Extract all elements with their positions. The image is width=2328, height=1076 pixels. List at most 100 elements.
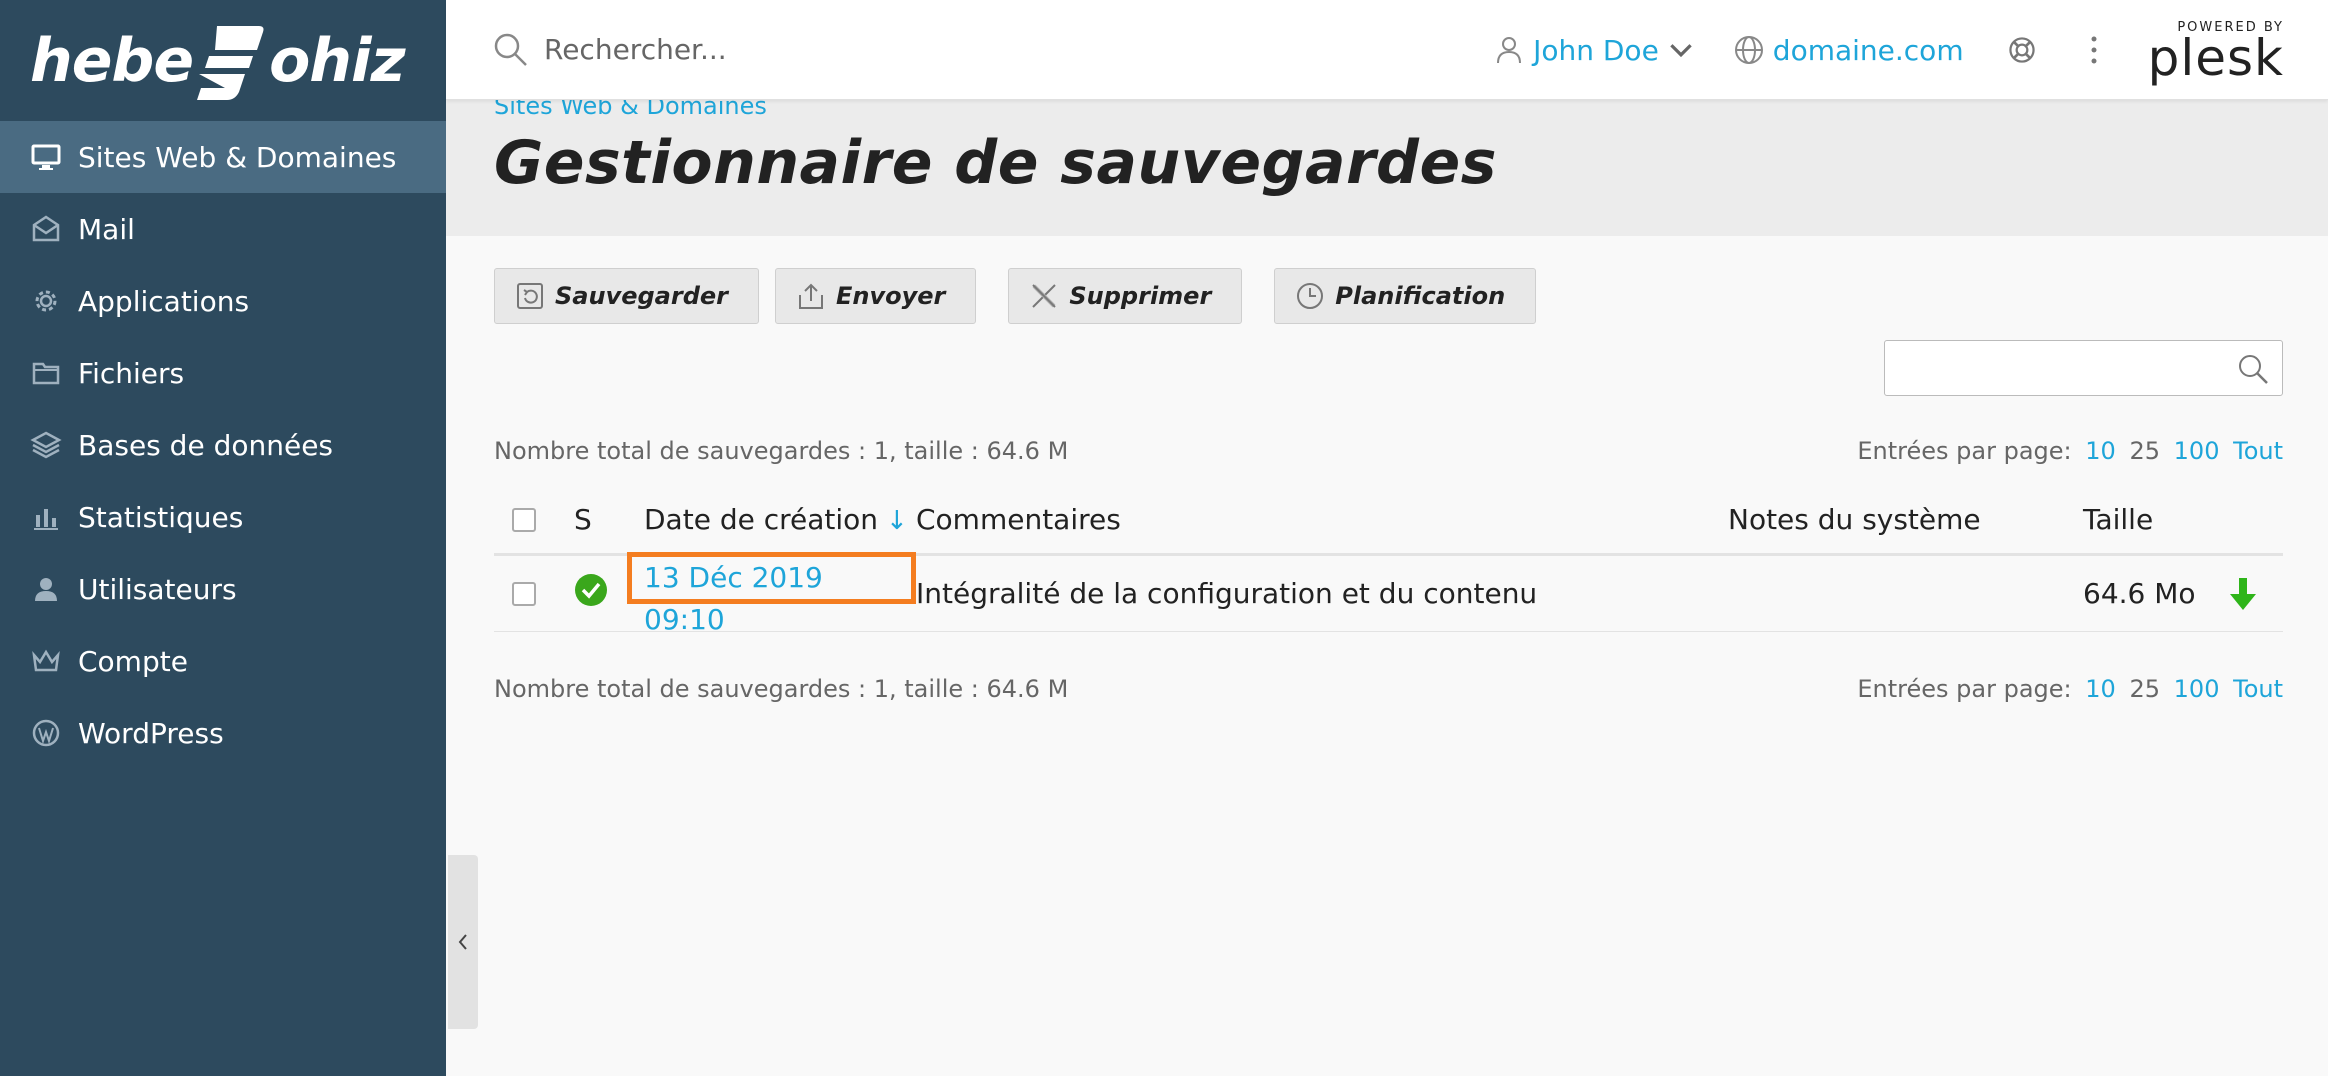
page-title: Gestionnaire de sauvegardes: [494, 128, 1497, 198]
user-name: John Doe: [1533, 33, 1659, 67]
upload-label: Envoyer: [836, 282, 946, 310]
sidebar-item-label: Statistiques: [78, 500, 244, 534]
per-page-top: Entrées par page: 10 25 100 Tout: [1857, 437, 2283, 465]
user-outline-icon: [1497, 37, 1522, 64]
envelope-icon: [28, 211, 64, 247]
help-button[interactable]: [2004, 32, 2040, 68]
per-page-10[interactable]: 10: [2085, 437, 2116, 465]
delete-button[interactable]: Supprimer: [1008, 268, 1243, 324]
chevron-left-icon: [458, 934, 467, 950]
brand-logo[interactable]: hebe ohiz: [0, 0, 446, 121]
user-menu[interactable]: John Doe: [1493, 34, 1705, 67]
per-page-label: Entrées par page:: [1857, 437, 2072, 465]
monitor-icon: [28, 139, 64, 175]
sidebar: hebe ohiz Sites Web & Domaines Mail Appl…: [0, 0, 446, 1076]
success-check-icon: [575, 574, 607, 606]
per-page-100[interactable]: 100: [2174, 437, 2220, 465]
sidebar-item-label: Bases de données: [78, 428, 334, 462]
list-search-input[interactable]: [1885, 341, 2225, 393]
summary-bottom: Nombre total de sauvegardes : 1, taille …: [494, 675, 1069, 703]
col-size[interactable]: Taille: [2083, 503, 2283, 536]
plesk-logo[interactable]: POWERED BY plesk: [2147, 20, 2284, 87]
domain-selector[interactable]: domaine.com: [1733, 34, 1964, 67]
per-page-label: Entrées par page:: [1857, 675, 2072, 703]
page-header: Sites Web & Domaines Gestionnaire de sau…: [446, 92, 2328, 236]
sidebar-item-databases[interactable]: Bases de données: [0, 409, 446, 481]
clock-icon: [1297, 283, 1324, 309]
sidebar-item-account[interactable]: Compte: [0, 625, 446, 697]
logo-text-left: hebe: [30, 25, 194, 96]
select-all-cell: [494, 507, 574, 532]
download-arrow-icon[interactable]: [2228, 576, 2258, 612]
sidebar-item-wordpress[interactable]: WordPress: [0, 697, 446, 769]
col-notes[interactable]: Notes du système: [1728, 503, 2083, 536]
sidebar-item-label: WordPress: [78, 716, 224, 750]
date-cell: 13 Déc 2019 09:10: [627, 551, 916, 636]
backup-label: Sauvegarder: [555, 282, 728, 310]
logo-text-right: ohiz: [269, 25, 405, 96]
plesk-brand: plesk: [2147, 28, 2284, 87]
col-comments[interactable]: Commentaires: [916, 503, 1728, 536]
chevron-down-icon: [1670, 44, 1692, 58]
logo-mark-icon: [197, 25, 264, 100]
select-all-checkbox[interactable]: [512, 507, 536, 532]
per-page-all[interactable]: Tout: [2233, 675, 2283, 703]
summary-top: Nombre total de sauvegardes : 1, taille …: [494, 437, 1069, 465]
sort-desc-icon: ↓: [886, 506, 908, 536]
bar-chart-icon: [28, 499, 64, 535]
global-search[interactable]: [492, 31, 1492, 69]
lifebuoy-icon: [2008, 37, 2035, 63]
folder-icon: [28, 355, 64, 391]
schedule-button[interactable]: Planification: [1274, 268, 1537, 324]
sidebar-item-mail[interactable]: Mail: [0, 193, 446, 265]
backup-button[interactable]: Sauvegarder: [494, 268, 759, 324]
upload-button[interactable]: Envoyer: [775, 268, 977, 324]
list-search: [1884, 340, 2283, 396]
kebab-menu-icon: [2091, 36, 2097, 64]
search-icon: [494, 33, 527, 66]
domain-name: domaine.com: [1772, 33, 1964, 67]
globe-icon: [1734, 36, 1763, 64]
delete-label: Supprimer: [1069, 282, 1212, 310]
per-page-25: 25: [2129, 437, 2161, 465]
gear-icon: [28, 283, 64, 319]
col-date[interactable]: Date de création ↓: [644, 503, 916, 536]
col-date-label: Date de création: [644, 503, 879, 536]
backup-date-link[interactable]: 13 Déc 2019 09:10: [627, 551, 916, 636]
table-row: 13 Déc 2019 09:10 Intégralité de la conf…: [494, 551, 2283, 636]
sidebar-collapse-handle[interactable]: [448, 855, 478, 1029]
sidebar-item-label: Compte: [78, 644, 188, 678]
toolbar: Sauvegarder Envoyer Supprimer Planificat…: [494, 268, 1552, 324]
search-icon[interactable]: [2236, 352, 2270, 386]
sidebar-item-label: Sites Web & Domaines: [78, 140, 397, 174]
sidebar-item-users[interactable]: Utilisateurs: [0, 553, 446, 625]
per-page-25: 25: [2129, 675, 2161, 703]
upload-icon: [799, 283, 823, 309]
comment-cell: Intégralité de la configuration et du co…: [916, 577, 1538, 610]
search-input[interactable]: [544, 33, 1144, 66]
crown-icon: [28, 643, 64, 679]
size-cell: 64.6 Mo: [2083, 576, 2283, 612]
schedule-label: Planification: [1335, 282, 1506, 310]
sidebar-item-label: Applications: [78, 284, 250, 318]
more-menu-button[interactable]: [2076, 32, 2112, 68]
user-icon: [28, 571, 64, 607]
layers-icon: [28, 427, 64, 463]
close-x-icon: [1032, 284, 1057, 308]
per-page-100[interactable]: 100: [2174, 675, 2220, 703]
table-header: S Date de création ↓ Commentaires Notes d…: [494, 486, 2283, 556]
sidebar-item-statistics[interactable]: Statistiques: [0, 481, 446, 553]
sidebar-item-websites[interactable]: Sites Web & Domaines: [0, 121, 446, 193]
top-header: John Doe domaine.com POWERED BY plesk: [446, 0, 2328, 100]
row-checkbox[interactable]: [512, 581, 536, 606]
backup-icon: [517, 283, 543, 309]
per-page-10[interactable]: 10: [2085, 675, 2116, 703]
per-page-all[interactable]: Tout: [2233, 437, 2283, 465]
header-right: John Doe domaine.com POWERED BY plesk: [1493, 0, 2328, 100]
wordpress-icon: [28, 715, 64, 751]
col-status[interactable]: S: [574, 503, 644, 536]
sidebar-item-label: Utilisateurs: [78, 572, 237, 606]
sidebar-item-files[interactable]: Fichiers: [0, 337, 446, 409]
row-select-cell: [494, 581, 574, 606]
sidebar-item-applications[interactable]: Applications: [0, 265, 446, 337]
